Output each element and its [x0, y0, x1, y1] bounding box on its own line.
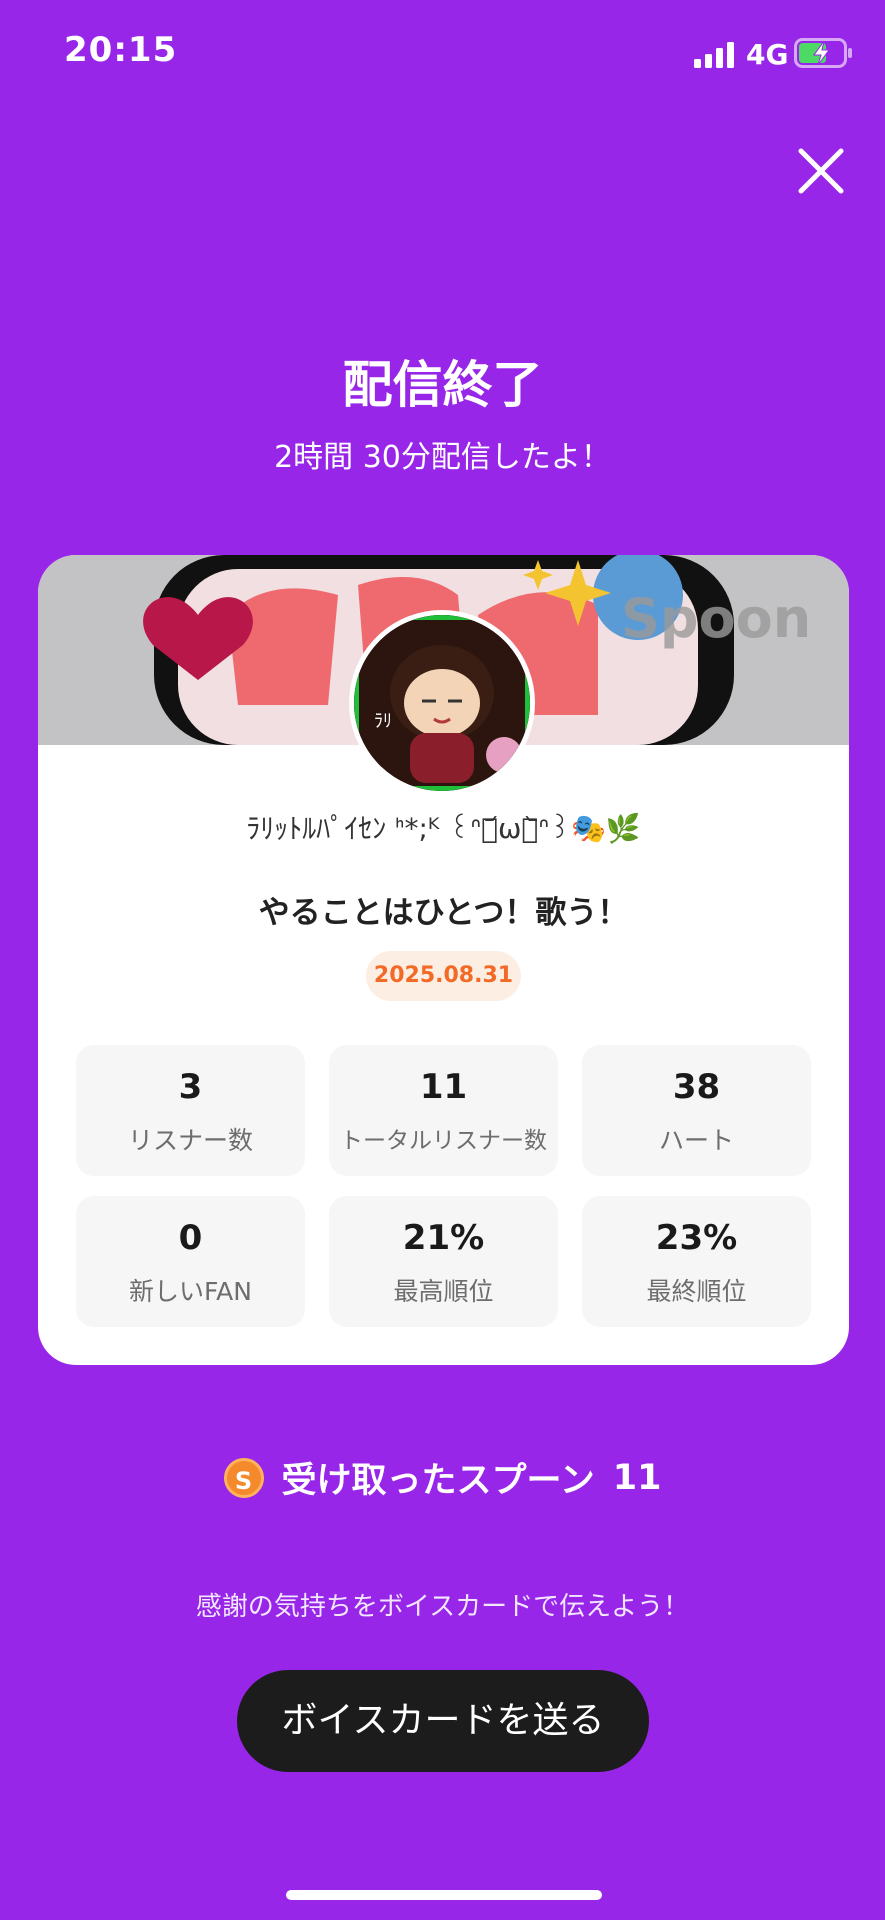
cellular-signal-icon	[694, 42, 734, 68]
stat-hearts: 38 ハート	[582, 1045, 811, 1176]
avatar-image: ﾗﾘ	[354, 615, 530, 791]
send-voice-card-button[interactable]: ボイスカードを送る	[237, 1670, 649, 1772]
broadcast-duration: 2時間 30分配信したよ！	[274, 440, 611, 475]
live-title: やることはひとつ！歌う！	[258, 895, 629, 931]
stat-total-listeners: 11 トータルリスナー数	[329, 1045, 558, 1176]
stat-value: 21%	[402, 1218, 485, 1258]
page-title: 配信終了	[342, 356, 543, 414]
stat-value: 3	[178, 1067, 203, 1107]
stat-label: ハート	[658, 1126, 734, 1155]
host-username: ﾗﾘｯﾄﾙﾊﾟｲｾﾝ ᑋ*;ᴷ ꒰ᐢ๑᷄ω๑᷅ᐢ꒱🎭🌿	[246, 812, 641, 845]
stat-value: 0	[178, 1218, 203, 1258]
stat-label: トータルリスナー数	[340, 1128, 547, 1154]
stat-value: 38	[672, 1067, 721, 1107]
broadcast-summary-card: Spoon ﾗﾘ ﾗﾘｯﾄﾙﾊﾟｲｾﾝ ᑋ*;ᴷ ꒰ᐢ๑᷄ω๑᷅ᐢ꒱🎭🌿 やるこ…	[38, 555, 849, 1365]
battery-charging-icon	[794, 38, 852, 68]
stat-listeners: 3 リスナー数	[76, 1045, 305, 1176]
network-type: 4G	[746, 38, 789, 71]
stat-label: リスナー数	[127, 1126, 253, 1155]
stat-label: 最終順位	[646, 1277, 747, 1306]
spoon-coin-icon: S	[223, 1457, 264, 1498]
stat-new-fans: 0 新しいFAN	[76, 1196, 305, 1327]
stat-final-rank: 23% 最終順位	[582, 1196, 811, 1327]
status-time: 20:15	[64, 30, 178, 70]
svg-text:ﾗﾘ: ﾗﾘ	[374, 711, 392, 732]
close-icon[interactable]	[796, 146, 846, 196]
stat-best-rank: 21% 最高順位	[329, 1196, 558, 1327]
thanks-message: 感謝の気持ちをボイスカードで伝えよう！	[195, 1592, 690, 1622]
spoons-label: 受け取ったスプーン	[281, 1461, 595, 1501]
stat-value: 11	[419, 1067, 468, 1107]
avatar[interactable]: ﾗﾘ	[349, 610, 535, 796]
stat-value: 23%	[655, 1218, 738, 1258]
home-indicator[interactable]	[286, 1890, 602, 1900]
spoons-count: 11	[612, 1457, 662, 1498]
status-bar: 20:15 4G	[0, 0, 885, 110]
received-spoons: S 受け取ったスプーン 11	[0, 1452, 885, 1503]
stat-label: 最高順位	[393, 1277, 494, 1306]
stat-label: 新しいFAN	[129, 1277, 252, 1306]
spoon-watermark: Spoon	[621, 587, 812, 650]
date-badge: 2025.08.31	[366, 951, 521, 1001]
